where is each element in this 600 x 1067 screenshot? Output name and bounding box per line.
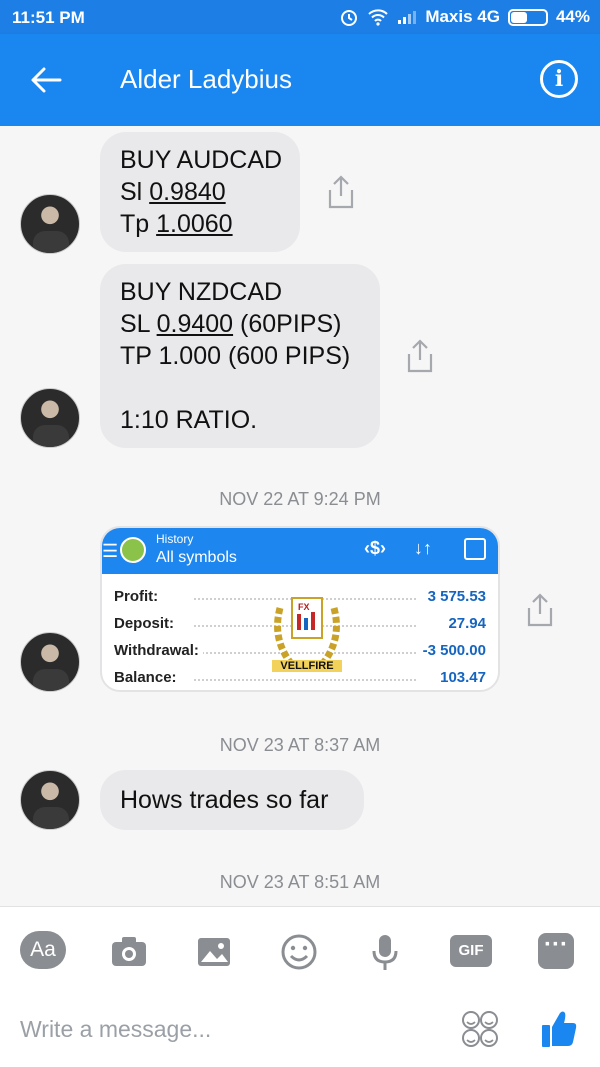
row-value: 27.94 bbox=[444, 615, 486, 632]
menu-icon: ☰ bbox=[102, 541, 119, 561]
avatar[interactable] bbox=[20, 194, 80, 254]
timestamp: NOV 23 AT 8:51 AM bbox=[219, 872, 381, 892]
message-line: SL 0.9400 (60PIPS) bbox=[120, 310, 342, 338]
battery-label: 44% bbox=[555, 7, 590, 26]
microphone-icon[interactable] bbox=[362, 929, 408, 975]
row-value: -3 500.00 bbox=[418, 642, 486, 659]
timestamp: NOV 23 AT 8:37 AM bbox=[219, 735, 381, 755]
row-value: 103.47 bbox=[436, 669, 486, 686]
status-time: 11:51 PM bbox=[12, 8, 85, 27]
message-bubble[interactable]: Hows trades so far bbox=[100, 770, 364, 830]
share-icon[interactable] bbox=[324, 174, 358, 210]
message-line bbox=[120, 372, 360, 404]
row-label: Deposit: bbox=[114, 615, 178, 632]
conversation-title[interactable]: Alder Ladybius bbox=[120, 64, 292, 95]
row-label: Balance: bbox=[114, 669, 181, 686]
carrier-label: Maxis 4G bbox=[425, 7, 500, 26]
message-line: BUY AUDCAD bbox=[120, 146, 283, 174]
row-label: Profit: bbox=[114, 588, 163, 605]
message-line: Hows trades so far bbox=[120, 786, 329, 814]
emblem-label: VELLFIRE bbox=[272, 660, 342, 672]
alarm-icon bbox=[341, 10, 358, 26]
signal-icon bbox=[398, 11, 417, 24]
app-logo-icon bbox=[120, 537, 146, 563]
composer-bar: Aa GIF ··· bbox=[0, 906, 600, 1067]
battery-icon bbox=[507, 8, 548, 26]
message-line: BUY NZDCAD bbox=[120, 278, 283, 306]
timestamp: NOV 22 AT 9:24 PM bbox=[219, 489, 381, 509]
text-format-button[interactable]: Aa bbox=[20, 931, 66, 969]
stickers-icon[interactable] bbox=[460, 1009, 500, 1049]
avatar[interactable] bbox=[20, 388, 80, 448]
camera-icon[interactable] bbox=[106, 929, 152, 975]
back-arrow-icon[interactable] bbox=[30, 66, 62, 94]
message-line: Tp 1.0060 bbox=[120, 210, 233, 238]
avatar[interactable] bbox=[20, 632, 80, 692]
emoji-icon[interactable] bbox=[276, 929, 322, 975]
card-header-small: History bbox=[156, 532, 194, 546]
card-header: ☰ History All symbols ‹$› ↓↑ bbox=[102, 528, 498, 574]
message-line: TP 1.000 (600 PIPS) bbox=[120, 342, 351, 370]
svg-text:FX: FX bbox=[298, 602, 310, 612]
app-bar: Alder Ladybius i bbox=[0, 34, 600, 126]
row-label: Withdrawal: bbox=[114, 642, 203, 659]
message-thread[interactable]: BUY AUDCAD Sl 0.9840 Tp 1.0060 BUY NZDCA… bbox=[0, 126, 600, 906]
gif-button[interactable]: GIF bbox=[450, 935, 492, 967]
image-icon[interactable] bbox=[191, 929, 237, 975]
info-icon[interactable]: i bbox=[540, 60, 578, 98]
currency-icon: ‹$› bbox=[364, 538, 386, 558]
message-bubble[interactable]: BUY AUDCAD Sl 0.9840 Tp 1.0060 bbox=[100, 132, 300, 252]
thumbs-up-icon[interactable] bbox=[540, 1007, 578, 1049]
more-options-button[interactable]: ··· bbox=[538, 933, 574, 969]
status-icons: Maxis 4G 44% bbox=[339, 7, 590, 27]
wifi-icon bbox=[368, 9, 389, 26]
message-bubble[interactable]: BUY NZDCAD SL 0.9400 (60PIPS) TP 1.000 (… bbox=[100, 264, 380, 448]
share-icon[interactable] bbox=[523, 592, 557, 628]
sort-icon: ↓↑ bbox=[414, 538, 432, 558]
message-input[interactable] bbox=[20, 1007, 430, 1051]
message-line: Sl 0.9840 bbox=[120, 178, 226, 206]
avatar[interactable] bbox=[20, 770, 80, 830]
status-bar: 11:51 PM Maxis 4G 44% bbox=[0, 0, 600, 34]
share-icon[interactable] bbox=[403, 338, 437, 374]
image-attachment[interactable]: ☰ History All symbols ‹$› ↓↑ Profit: 3 5… bbox=[100, 526, 500, 692]
message-line: 1:10 RATIO. bbox=[120, 406, 258, 434]
calendar-icon bbox=[464, 538, 486, 560]
row-value: 3 575.53 bbox=[423, 588, 486, 605]
card-header-title: All symbols bbox=[156, 549, 237, 566]
